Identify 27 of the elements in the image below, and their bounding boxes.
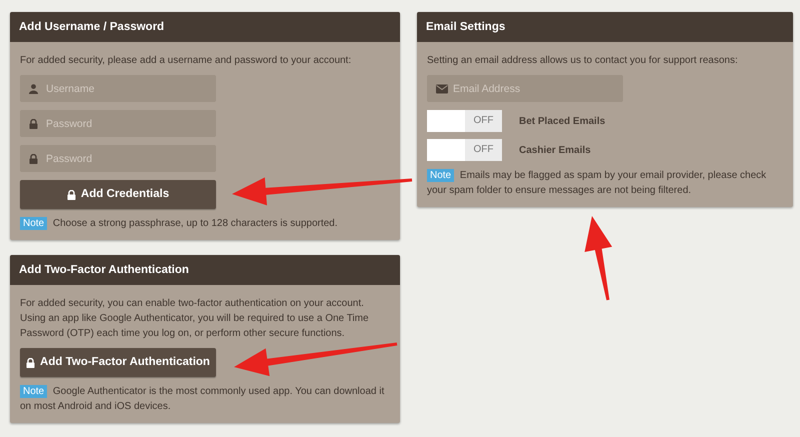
lock-icon — [26, 358, 36, 368]
lock-icon — [66, 190, 76, 200]
user-icon — [29, 84, 38, 94]
intro-text: Setting an email address allows us to contact you for support reasons: — [427, 54, 739, 68]
note-text: Note Google Authenticator is the most commonly used app. You can download it on most Android and iOS devices. — [20, 384, 386, 414]
toggle-label: Bet Placed Emails — [519, 114, 606, 128]
intro-text: For added security, you can enable two-factor authentication on your account. Using an app like Google Authenticator, you will be required to use a One Time Password (OTP) each time you log on, or perform other secure functions. — [20, 297, 370, 341]
lock-icon — [29, 154, 38, 164]
note-badge: Note — [20, 385, 48, 398]
note-badge: Note — [20, 217, 48, 230]
panel-title: Add Username / Password — [10, 12, 400, 42]
note-text: Note Choose a strong passphrase, up to 128 characters is supported. — [20, 216, 390, 231]
input-field[interactable]: Password — [20, 110, 216, 137]
panel-title: Email Settings — [417, 12, 793, 42]
lock-icon — [29, 118, 38, 128]
toggle-switch[interactable]: OFF — [427, 139, 502, 161]
input-field[interactable]: Password — [20, 145, 216, 172]
add-two-factor-button[interactable]: Add Two-Factor Authentication — [20, 348, 216, 377]
toggle-label: Cashier Emails — [519, 144, 591, 158]
input-field[interactable]: Email Address — [427, 75, 623, 102]
note-text: Note Emails may be flagged as spam by your email provider, please check your spam folder to ensure messages are not being filtered. — [427, 168, 768, 198]
add-credentials-button[interactable]: Add Credentials — [20, 180, 216, 209]
toggle-switch[interactable]: OFF — [427, 110, 502, 132]
intro-text: For added security, please add a username and password to your account: — [20, 54, 352, 68]
input-field[interactable]: Username — [20, 75, 216, 102]
panel-title: Add Two-Factor Authentication — [10, 255, 400, 285]
note-badge: Note — [427, 169, 454, 182]
